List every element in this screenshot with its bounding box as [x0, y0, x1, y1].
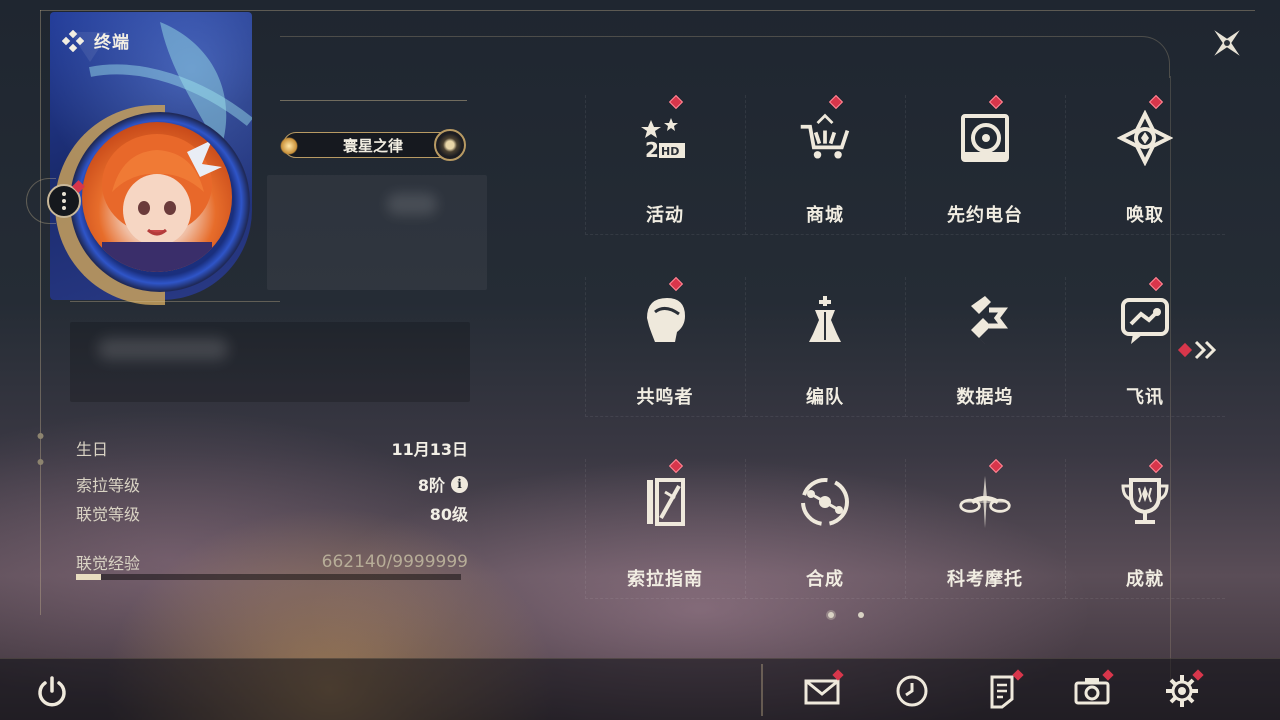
mail-icon: [804, 679, 840, 705]
stat-birthday: 生日 11月13日: [76, 436, 468, 460]
character-portrait-icon: [102, 134, 222, 272]
data-dock-icon: [957, 292, 1013, 348]
mail-button[interactable]: [802, 669, 844, 711]
trophy-icon: [1117, 474, 1173, 530]
stat-value: 8阶: [417, 476, 445, 495]
page-indicator: [828, 612, 864, 618]
page-title: 终端: [94, 33, 130, 53]
dot: [62, 192, 66, 196]
menu-item-data-dock[interactable]: 数据坞: [905, 277, 1065, 417]
blurred-text: [98, 338, 228, 360]
player-name-blurred: [267, 175, 487, 290]
title-badge-text: 寰星之律: [342, 136, 403, 155]
menu-item-label: 数据坞: [956, 387, 1014, 408]
title-badge[interactable]: 寰星之律: [280, 129, 466, 161]
stat-value: 11月13日: [391, 440, 468, 459]
camera-button[interactable]: [1072, 669, 1114, 711]
stat-label: 联觉经验: [76, 554, 141, 573]
synthesis-icon: [797, 474, 853, 530]
menu-item-label: 商城: [806, 205, 844, 226]
power-icon: [38, 676, 66, 707]
frame-left-line: [40, 10, 41, 615]
blurred-text: [387, 193, 437, 215]
motorcycle-icon: [957, 474, 1013, 530]
frame-top-line: [40, 10, 1255, 11]
event-2hd-icon: 2 HD: [637, 110, 693, 166]
page-header: 终端: [62, 28, 130, 53]
menu-item-guide[interactable]: 索拉指南: [585, 458, 745, 599]
menu-item-label: 编队: [806, 387, 844, 408]
summon-icon: [1117, 110, 1173, 166]
settings-button[interactable]: [1162, 669, 1204, 711]
side-tick-icon: [37, 433, 44, 465]
menu-item-label: 索拉指南: [627, 569, 703, 590]
stat-label: 生日: [76, 440, 109, 459]
menu-item-radio[interactable]: 先约电台: [905, 94, 1065, 235]
notice-icon: [990, 675, 1014, 709]
menu-item-resonator[interactable]: 共鸣者: [585, 276, 745, 417]
menu-item-achievement[interactable]: 成就: [1065, 458, 1225, 599]
info-icon[interactable]: i: [451, 475, 468, 493]
page-dot-1[interactable]: [828, 612, 834, 618]
signature-blurred: [70, 322, 470, 402]
camera-icon: [1074, 678, 1110, 705]
menu-item-motorcycle[interactable]: 科考摩托: [905, 458, 1065, 599]
power-button[interactable]: [34, 674, 70, 710]
menu-item-shop[interactable]: 商城: [745, 94, 905, 235]
menu-grid: 2 HD 活动 商城 先约电台 唤取 共鸣者 编队 数据坞 飞讯 索拉指南 合成…: [585, 94, 1225, 625]
settings-gear-icon: [1166, 675, 1198, 707]
frame-inner-line: [280, 36, 1170, 78]
menu-item-activity[interactable]: 2 HD 活动: [585, 94, 745, 235]
close-x-icon: [1214, 30, 1240, 56]
exp-progress-bar: [76, 574, 461, 580]
clock-button[interactable]: [892, 671, 932, 711]
name-divider: [280, 100, 467, 101]
exp-progress-fill: [76, 574, 102, 580]
stat-union-exp: 联觉经验 662140/9999999: [76, 550, 468, 574]
stat-value-group: 8阶 i: [418, 472, 468, 496]
radio-icon: [957, 110, 1013, 166]
menu-item-label: 活动: [646, 205, 684, 226]
dot: [62, 199, 66, 203]
menu-item-label: 唤取: [1126, 205, 1164, 226]
avatar[interactable]: [82, 122, 232, 272]
shop-cart-icon: [797, 110, 853, 166]
menu-item-synthesis[interactable]: 合成: [745, 459, 905, 599]
clock-icon: [896, 675, 928, 707]
resonator-icon: [637, 292, 693, 348]
menu-item-summon[interactable]: 唤取: [1065, 94, 1225, 235]
page-dot-2[interactable]: [858, 612, 864, 618]
double-chevron-right-icon: [1194, 340, 1217, 360]
stat-label: 索拉等级: [76, 476, 141, 495]
stat-union-level: 联觉等级 80级: [76, 501, 468, 525]
message-icon: [1117, 292, 1173, 348]
exp-value: 662140/9999999: [321, 552, 468, 572]
close-button[interactable]: [1206, 22, 1248, 64]
svg-text:2: 2: [645, 138, 659, 162]
svg-text:HD: HD: [661, 145, 679, 158]
guide-book-icon: [637, 474, 693, 530]
stat-sola-level: 索拉等级 8阶 i: [76, 472, 468, 496]
menu-item-label: 共鸣者: [636, 387, 694, 408]
title-orb-left-icon: [280, 137, 298, 155]
card-divider: [70, 301, 280, 302]
title-orb-right-icon: [434, 129, 466, 161]
menu-item-label: 先约电台: [947, 205, 1023, 226]
notification-badge: [1177, 342, 1193, 358]
notice-button[interactable]: [982, 669, 1024, 711]
menu-item-label: 科考摩托: [947, 569, 1023, 590]
menu-item-label: 合成: [806, 569, 844, 590]
menu-item-label: 飞讯: [1126, 387, 1164, 408]
dot: [62, 206, 66, 210]
team-chess-icon: [797, 292, 853, 348]
stat-label: 联觉等级: [76, 505, 141, 524]
next-page-button[interactable]: [1177, 338, 1218, 362]
stat-value: 80级: [429, 505, 468, 524]
diamond-cluster-icon: [62, 29, 84, 52]
menu-item-label: 成就: [1126, 569, 1164, 590]
menu-item-team[interactable]: 编队: [745, 277, 905, 417]
bottom-divider: [761, 664, 763, 716]
